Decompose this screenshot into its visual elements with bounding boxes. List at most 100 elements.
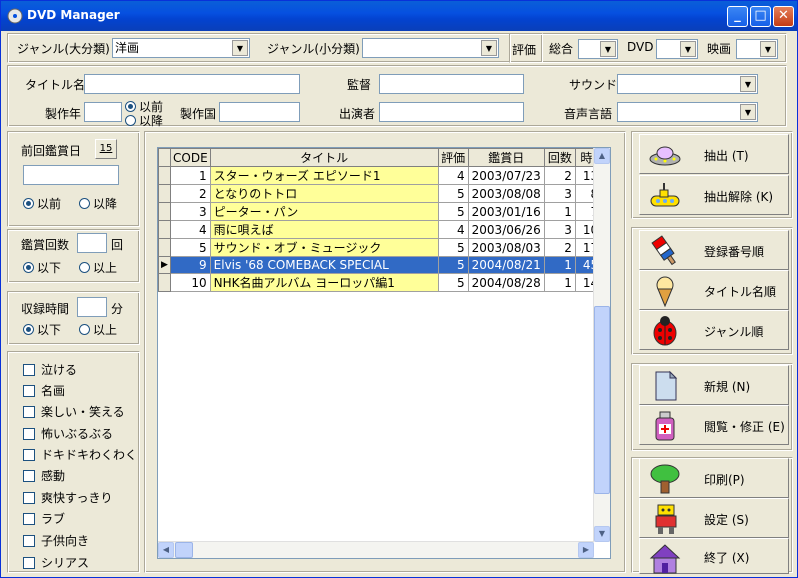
column-header[interactable]: タイトル (209, 148, 439, 167)
new-button-label: 新規 (N) (704, 380, 751, 394)
last-viewed-before-radio[interactable]: 以前 (23, 195, 61, 212)
radio-empty-icon (79, 198, 90, 209)
dvd-rating-select[interactable]: ▼ (656, 39, 698, 59)
last-viewed-after-radio[interactable]: 以降 (79, 195, 117, 212)
app-window: DVD Manager _ □ ✕ ジャンル(大分類) 洋画 ▼ ジャンル(小分… (0, 0, 798, 578)
row-selector[interactable] (158, 273, 171, 292)
horizontal-scroll-thumb[interactable] (175, 542, 193, 558)
title-bar[interactable]: DVD Manager _ □ ✕ (1, 1, 797, 31)
count-above-radio[interactable]: 以上 (79, 259, 117, 276)
chevron-down-icon[interactable]: ▼ (760, 41, 776, 57)
sort-title-button[interactable]: タイトル名順 (639, 270, 789, 310)
extract-button[interactable]: 抽出 (T) (639, 134, 789, 174)
row-selector[interactable] (158, 166, 171, 185)
view-edit-button[interactable]: 閲覧・修正 (E) (639, 405, 789, 445)
chevron-down-icon[interactable]: ▼ (680, 41, 696, 57)
table-row-selected[interactable]: ▶ 9 Elvis '68 COMEBACK SPECIAL 5 2004/08… (158, 256, 610, 274)
checkbox-icon (23, 513, 35, 525)
sort-number-button[interactable]: 登録番号順 (639, 230, 789, 270)
scroll-left-icon[interactable]: ◀ (158, 542, 174, 558)
mood-checkbox[interactable]: 名画 (23, 382, 65, 399)
maximize-button[interactable]: □ (750, 6, 771, 27)
title-cell: サウンド・オブ・ミュージック (209, 238, 439, 257)
rating-cell: 5 (437, 273, 469, 292)
count-cell: 3 (543, 220, 576, 239)
mood-checkbox[interactable]: 子供向き (23, 532, 89, 549)
horizontal-scrollbar[interactable]: ◀ ▶ (158, 541, 594, 558)
chevron-down-icon[interactable]: ▼ (481, 40, 497, 56)
year-input[interactable] (84, 102, 122, 122)
genre-major-value: 洋画 (115, 41, 140, 55)
print-button[interactable]: 印刷(P) (639, 458, 789, 498)
table-row[interactable]: 3 ピーター・パン 5 2003/01/16 1 77 (158, 202, 610, 221)
radio-label: 以下 (37, 261, 62, 275)
scroll-down-icon[interactable]: ▼ (594, 526, 610, 542)
row-selector[interactable] (158, 220, 171, 239)
mood-checkbox[interactable]: 泣ける (23, 361, 77, 378)
chevron-down-icon[interactable]: ▼ (740, 76, 756, 92)
scroll-up-icon[interactable]: ▲ (594, 148, 610, 164)
calendar-button[interactable]: 15 (95, 139, 117, 159)
mood-checkbox[interactable]: 怖いぶるぶる (23, 425, 113, 442)
checkbox-label: 爽快すっきり (41, 491, 113, 505)
runtime-below-radio[interactable]: 以下 (23, 321, 61, 338)
exit-button[interactable]: 終了 (X) (639, 538, 789, 574)
vertical-scroll-thumb[interactable] (594, 306, 610, 494)
mood-checkbox[interactable]: ラブ (23, 510, 65, 527)
movie-label: 映画 (707, 42, 732, 56)
table-row[interactable]: 4 雨に唄えば 4 2003/06/26 3 103 (158, 220, 610, 239)
country-input[interactable] (219, 102, 300, 122)
close-button[interactable]: ✕ (773, 6, 794, 27)
settings-button-label: 設定 (S) (704, 513, 749, 527)
chevron-down-icon[interactable]: ▼ (232, 40, 248, 56)
current-row-icon[interactable]: ▶ (158, 256, 171, 274)
mood-checkbox[interactable]: 爽快すっきり (23, 489, 113, 506)
table-row[interactable]: 10 NHK名曲アルバム ヨーロッパ編1 5 2004/08/28 1 140 (158, 273, 610, 292)
minimize-button[interactable]: _ (727, 6, 748, 27)
column-header[interactable]: CODE (170, 148, 211, 167)
genre-minor-select[interactable]: ▼ (362, 38, 499, 58)
audio-lang-select[interactable]: ▼ (617, 102, 758, 122)
window-title: DVD Manager (27, 8, 120, 22)
title-input[interactable] (84, 74, 300, 94)
director-input[interactable] (379, 74, 524, 94)
chevron-down-icon[interactable]: ▼ (600, 41, 616, 57)
cast-input[interactable] (379, 102, 524, 122)
mood-checkbox[interactable]: ドキドキわくわく (23, 446, 137, 463)
mood-checkbox[interactable]: シリアス (23, 554, 89, 571)
view-count-input[interactable] (77, 233, 107, 253)
column-header[interactable]: 回数 (543, 148, 576, 167)
mood-checkbox[interactable]: 楽しい・笑える (23, 403, 125, 420)
year-after-radio[interactable]: 以降 (125, 112, 163, 129)
ladybug-icon (653, 316, 677, 346)
movie-rating-select[interactable]: ▼ (736, 39, 778, 59)
count-below-radio[interactable]: 以下 (23, 259, 61, 276)
sort-genre-button[interactable]: ジャンル順 (639, 310, 789, 350)
code-cell: 2 (170, 184, 211, 203)
last-viewed-input[interactable] (23, 165, 119, 185)
row-selector[interactable] (158, 238, 171, 257)
checkbox-icon (23, 449, 35, 461)
genre-major-select[interactable]: 洋画 ▼ (112, 38, 250, 58)
vertical-scrollbar[interactable]: ▲ ▼ (593, 148, 610, 542)
dvd-label: DVD (627, 40, 654, 54)
code-cell: 5 (170, 238, 211, 257)
table-row[interactable]: 1 スター・ウォーズ エピソード1 4 2003/07/23 2 133 (158, 166, 610, 185)
runtime-input[interactable] (77, 297, 107, 317)
scroll-right-icon[interactable]: ▶ (578, 542, 594, 558)
overall-rating-select[interactable]: ▼ (578, 39, 618, 59)
table-row[interactable]: 2 となりのトトロ 5 2003/08/08 3 88 (158, 184, 610, 203)
mood-checkbox[interactable]: 感動 (23, 467, 65, 484)
table-row[interactable]: 5 サウンド・オブ・ミュージック 5 2003/08/03 2 175 (158, 238, 610, 257)
new-button[interactable]: 新規 (N) (639, 365, 789, 405)
sound-select[interactable]: ▼ (617, 74, 758, 94)
settings-button[interactable]: 設定 (S) (639, 498, 789, 538)
row-selector[interactable] (158, 184, 171, 203)
column-header[interactable]: 評価 (437, 148, 469, 167)
dvd-grid[interactable]: CODE タイトル 評価 鑑賞日 回数 時間 1 スター・ウォーズ エピソード1… (157, 147, 611, 559)
extract-clear-button[interactable]: 抽出解除 (K) (639, 175, 789, 215)
runtime-above-radio[interactable]: 以上 (79, 321, 117, 338)
column-header[interactable]: 鑑賞日 (467, 148, 545, 167)
row-selector[interactable] (158, 202, 171, 221)
chevron-down-icon[interactable]: ▼ (740, 104, 756, 120)
